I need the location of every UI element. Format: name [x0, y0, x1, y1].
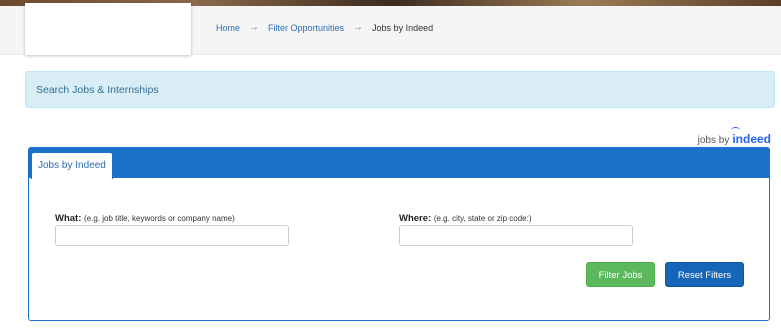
- breadcrumb-home-link[interactable]: Home: [216, 23, 240, 33]
- what-label-text: What:: [55, 213, 82, 224]
- reset-filters-button[interactable]: Reset Filters: [665, 262, 744, 287]
- where-label: Where: (e.g. city, state or zip code:): [399, 213, 532, 224]
- search-banner-title: Search Jobs & Internships: [36, 84, 159, 96]
- filter-jobs-button[interactable]: Filter Jobs: [586, 262, 655, 287]
- where-hint: (e.g. city, state or zip code:): [433, 214, 532, 223]
- breadcrumb-current: Jobs by Indeed: [372, 22, 434, 33]
- panel-header: Jobs by Indeed: [29, 148, 769, 179]
- search-banner: Search Jobs & Internships: [25, 71, 775, 108]
- indeed-logo-text: indeed: [732, 132, 771, 146]
- what-input[interactable]: [55, 225, 289, 246]
- site-logo[interactable]: [25, 3, 191, 55]
- attribution-prefix: jobs by: [697, 135, 730, 146]
- breadcrumb-filter-opportunities-link[interactable]: Filter Opportunities: [268, 23, 344, 33]
- where-input[interactable]: [399, 225, 633, 246]
- indeed-logo-arc-icon: [731, 127, 741, 133]
- what-hint: (e.g. job title, keywords or company nam…: [84, 214, 235, 223]
- where-label-text: Where:: [399, 213, 432, 224]
- tab-jobs-by-indeed[interactable]: Jobs by Indeed: [31, 152, 113, 179]
- breadcrumb: Home → Filter Opportunities → Jobs by In…: [216, 22, 433, 33]
- breadcrumb-arrow-icon: →: [249, 22, 260, 33]
- what-label: What: (e.g. job title, keywords or compa…: [55, 213, 235, 224]
- indeed-attribution[interactable]: jobs by indeed: [697, 127, 771, 146]
- breadcrumb-arrow-icon: →: [353, 22, 364, 33]
- jobs-panel: Jobs by Indeed What: (e.g. job title, ke…: [28, 147, 770, 321]
- indeed-logo: indeed: [731, 127, 771, 146]
